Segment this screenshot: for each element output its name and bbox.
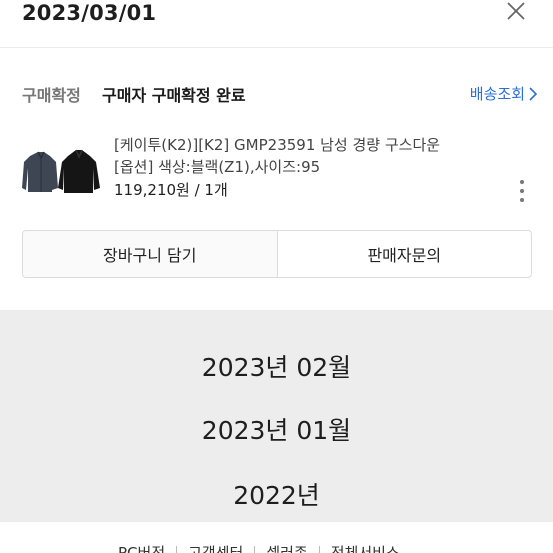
period-list: 2023년 02월 2023년 01월 2022년 (0, 310, 553, 522)
jacket-thumbnail[interactable] (22, 146, 100, 196)
footer-link-pc-version[interactable]: PC버전 (118, 542, 165, 553)
status-badge: 구매확정 (22, 86, 81, 105)
chevron-right-icon (529, 86, 537, 101)
tracking-link[interactable]: 배송조회 (470, 83, 537, 104)
footer-link-all-services[interactable]: 전체서비스 (331, 542, 400, 553)
footer-link-customer-center[interactable]: 고객센터 (188, 542, 243, 553)
add-to-cart-button[interactable]: 장바구니 담기 (23, 231, 278, 277)
period-item[interactable]: 2023년 01월 (0, 411, 553, 447)
period-item[interactable]: 2023년 02월 (0, 348, 553, 384)
divider (318, 546, 320, 553)
footer-link-seller-zone[interactable]: 셀러존 (266, 542, 307, 553)
footer: PC버전 고객센터 셀러존 전체서비스 (0, 522, 553, 553)
order-status-row: 구매확정 구매자 구매확정 완료 배송조회 (22, 82, 537, 106)
product-name: [케이투(K2)][K2] GMP23591 남성 경량 구스다운 (114, 136, 441, 154)
seller-inquiry-button[interactable]: 판매자문의 (277, 231, 531, 277)
top-bar: 2023/03/01 (0, 0, 553, 48)
order-action-buttons: 장바구니 담기 판매자문의 (22, 230, 532, 278)
product-price-quantity: 119,210원 / 1개 (114, 181, 228, 199)
period-item[interactable]: 2022년 (0, 476, 553, 512)
close-icon[interactable] (505, 0, 527, 22)
tracking-label: 배송조회 (469, 85, 525, 103)
more-vertical-icon[interactable] (517, 180, 527, 208)
footer-links: PC버전 고객센터 셀러존 전체서비스 (118, 542, 400, 553)
divider (176, 546, 178, 553)
order-card: 구매확정 구매자 구매확정 완료 배송조회 [케이투(K2)][K2] GMP2… (0, 48, 553, 310)
status-text: 구매자 구매확정 완료 (102, 86, 246, 105)
product-option: [옵션] 색상:블랙(Z1),사이즈:95 (114, 158, 321, 176)
product-item[interactable]: [케이투(K2)][K2] GMP23591 남성 경량 구스다운 [옵션] 색… (22, 132, 537, 204)
divider (254, 546, 256, 553)
order-date: 2023/03/01 (22, 1, 157, 25)
